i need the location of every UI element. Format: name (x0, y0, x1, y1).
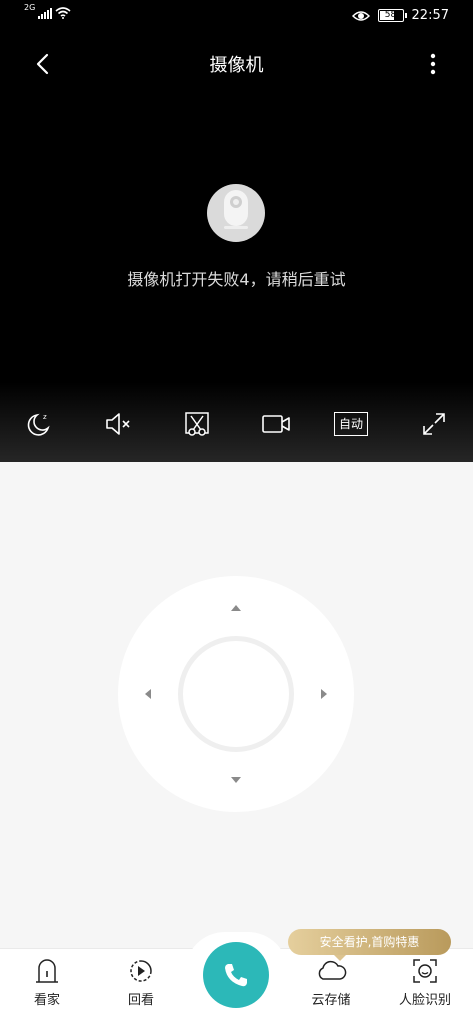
arrow-right-icon[interactable] (316, 686, 332, 702)
nav-item-guard[interactable]: 看家 (12, 957, 82, 1008)
eye-icon (351, 10, 370, 21)
title-bar: 摄像机 (0, 34, 473, 92)
playback-icon (130, 960, 152, 982)
fullscreen-button[interactable] (414, 404, 454, 444)
arrow-down-icon[interactable] (228, 772, 244, 788)
battery-level: 58 (384, 10, 397, 20)
arrow-up-icon[interactable] (228, 600, 244, 616)
battery-indicator: 58 (377, 9, 407, 22)
camera-icon (207, 184, 265, 242)
arrow-left-icon[interactable] (140, 686, 156, 702)
cloud-icon (318, 960, 347, 980)
svg-text:z: z (43, 413, 47, 421)
call-button[interactable] (203, 942, 269, 1008)
nav-label-face: 人脸识别 (398, 993, 451, 1008)
nav-item-face[interactable]: 人脸识别 (390, 957, 460, 1008)
screenshot-button[interactable] (177, 404, 217, 444)
moon-sleep-icon: z (27, 413, 50, 436)
speaker-mute-icon (106, 413, 130, 435)
face-scan-icon (413, 959, 437, 983)
nav-label-guard: 看家 (33, 993, 60, 1008)
sleep-button[interactable]: z (19, 404, 59, 444)
status-left: 2G (24, 3, 71, 19)
direction-pad-center (178, 636, 294, 752)
phone-icon (225, 964, 247, 987)
clock: 22:57 (411, 8, 449, 23)
video-record-icon (262, 415, 290, 433)
nav-label-cloud: 云存储 (311, 993, 351, 1008)
wifi-icon (55, 7, 71, 19)
house-guard-icon (36, 959, 58, 983)
video-toolbar: z 自动 (0, 404, 473, 444)
ptz-control-area (0, 462, 473, 948)
video-area: 摄像机 摄像机打开失败4，请稍后重试 z 自动 (0, 34, 473, 462)
status-bar: 2G 58 22:57 (0, 0, 473, 34)
status-right: 58 22:57 (351, 8, 449, 23)
more-button[interactable] (421, 48, 445, 80)
nav-label-playback: 回看 (127, 993, 154, 1008)
more-vertical-icon (430, 53, 436, 75)
nav-item-cloud[interactable]: 云存储 (296, 957, 366, 1008)
nav-item-playback[interactable]: 回看 (106, 957, 176, 1008)
expand-icon (423, 413, 445, 435)
signal-icon (38, 8, 53, 19)
record-button[interactable] (256, 404, 296, 444)
network-type: 2G (24, 3, 36, 12)
page-title: 摄像机 (209, 55, 264, 76)
promo-banner[interactable]: 安全看护,首购特惠 (288, 929, 451, 961)
direction-pad[interactable] (118, 576, 354, 812)
error-message: 摄像机打开失败4，请稍后重试 (127, 270, 346, 289)
quality-auto-button[interactable]: 自动 (334, 412, 369, 436)
mute-button[interactable] (98, 404, 138, 444)
scissors-icon (185, 412, 209, 436)
